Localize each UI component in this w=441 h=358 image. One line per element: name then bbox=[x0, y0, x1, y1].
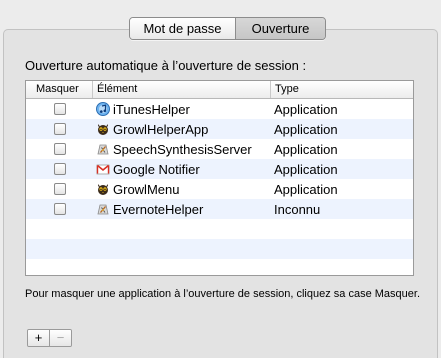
item-name: SpeechSynthesisServer bbox=[113, 141, 252, 157]
item-type: Application bbox=[274, 141, 338, 157]
section-title: Ouverture automatique à l’ouverture de s… bbox=[25, 58, 307, 73]
table-row[interactable]: GrowlHelperApp Application bbox=[26, 119, 413, 139]
generic-app-icon bbox=[97, 204, 109, 215]
item-type: Inconnu bbox=[274, 201, 321, 217]
hide-checkbox[interactable] bbox=[53, 143, 66, 155]
remove-button[interactable]: − bbox=[49, 330, 71, 346]
table-row[interactable]: EvernoteHelper Inconnu bbox=[26, 199, 413, 219]
hide-checkbox[interactable] bbox=[53, 123, 66, 135]
table-row[interactable]: iTunesHelper Application bbox=[26, 99, 413, 119]
add-remove-buttons: + − bbox=[27, 329, 72, 347]
item-name: GrowlMenu bbox=[113, 181, 180, 197]
header-type[interactable]: Type bbox=[271, 81, 413, 98]
table-header: Masquer Élément Type bbox=[26, 81, 413, 99]
itunes-icon bbox=[96, 102, 110, 116]
item-type: Application bbox=[274, 181, 338, 197]
hide-checkbox[interactable] bbox=[53, 163, 66, 175]
generic-app-icon bbox=[97, 144, 109, 155]
growl-icon bbox=[98, 124, 108, 135]
item-name: Google Notifier bbox=[113, 161, 200, 177]
item-type: Application bbox=[274, 101, 338, 117]
empty-row bbox=[26, 219, 413, 239]
item-name: iTunesHelper bbox=[113, 101, 190, 117]
login-items-table: Masquer Élément Type iTunesHelper Applic… bbox=[25, 80, 414, 276]
item-name: GrowlHelperApp bbox=[113, 121, 209, 137]
add-button[interactable]: + bbox=[28, 330, 49, 346]
help-text: Pour masquer une application à l’ouvertu… bbox=[25, 288, 421, 300]
hide-checkbox[interactable] bbox=[53, 103, 66, 115]
header-item[interactable]: Élément bbox=[93, 81, 271, 98]
hide-checkbox[interactable] bbox=[53, 203, 66, 215]
tab-password[interactable]: Mot de passe bbox=[130, 18, 236, 39]
item-name: EvernoteHelper bbox=[113, 201, 204, 217]
table-row[interactable]: GrowlMenu Application bbox=[26, 179, 413, 199]
empty-row bbox=[26, 259, 413, 275]
table-row[interactable]: Google Notifier Application bbox=[26, 159, 413, 179]
item-type: Application bbox=[274, 161, 338, 177]
empty-row bbox=[26, 239, 413, 259]
item-type: Application bbox=[274, 121, 338, 137]
tab-login-items[interactable]: Ouverture bbox=[236, 18, 325, 39]
table-row[interactable]: SpeechSynthesisServer Application bbox=[26, 139, 413, 159]
header-hide[interactable]: Masquer bbox=[26, 81, 93, 98]
growl-icon bbox=[98, 184, 108, 195]
hide-checkbox[interactable] bbox=[53, 183, 66, 195]
gmail-icon bbox=[96, 164, 110, 175]
tab-bar: Mot de passe Ouverture bbox=[129, 17, 326, 40]
